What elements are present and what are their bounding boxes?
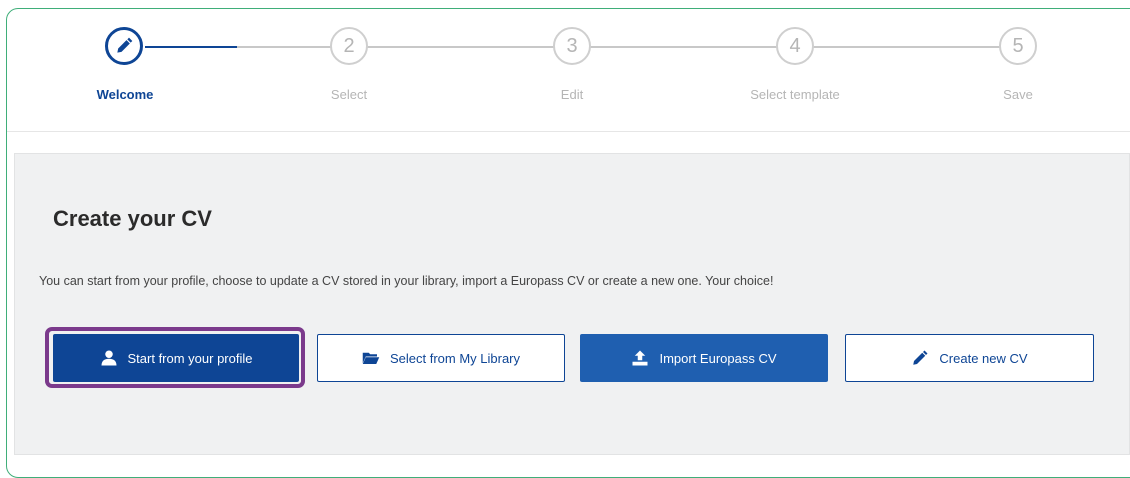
step-1-welcome[interactable] (105, 27, 143, 65)
upload-icon (632, 350, 648, 366)
step-connector-2 (366, 46, 554, 48)
button-label: Select from My Library (389, 350, 521, 366)
pencil-icon (117, 37, 133, 53)
user-icon (101, 350, 116, 366)
step-3-edit[interactable]: 3 (553, 27, 591, 65)
button-label: Import Europass CV (659, 350, 777, 366)
step-4-select-template[interactable]: 4 (776, 27, 814, 65)
folder-open-icon (362, 352, 380, 364)
step-connector-4 (812, 46, 1000, 48)
step-number: 5 (1012, 34, 1024, 57)
button-label: Create new CV (939, 350, 1028, 366)
step-2-select[interactable]: 2 (330, 27, 368, 65)
step-label-save: Save (1003, 87, 1033, 102)
step-number: 3 (566, 34, 578, 57)
step-number: 4 (789, 34, 801, 57)
step-label-select: Select (330, 87, 368, 102)
select-from-library-button[interactable]: Select from My Library (317, 334, 565, 382)
stepper-divider (7, 131, 1130, 132)
button-label: Start from your profile (127, 350, 253, 366)
progress-stepper: 2 3 4 5 Welcome Select Edit Select templ… (0, 0, 1130, 130)
pencil-icon (913, 350, 928, 365)
panel-description: You can start from your profile, choose … (39, 274, 774, 288)
step-number: 2 (343, 34, 355, 57)
step-label-select-template: Select template (750, 87, 840, 102)
step-connector-3 (589, 46, 777, 48)
step-label-welcome: Welcome (96, 87, 154, 102)
step-5-save[interactable]: 5 (999, 27, 1037, 65)
step-connector-1-active (145, 46, 237, 48)
step-label-edit: Edit (560, 87, 584, 102)
create-cv-panel: Create your CV You can start from your p… (14, 153, 1130, 455)
start-from-profile-button[interactable]: Start from your profile (53, 334, 299, 382)
import-europass-cv-button[interactable]: Import Europass CV (580, 334, 828, 382)
create-new-cv-button[interactable]: Create new CV (845, 334, 1094, 382)
step-connector-1 (237, 46, 333, 48)
panel-title: Create your CV (53, 206, 212, 231)
